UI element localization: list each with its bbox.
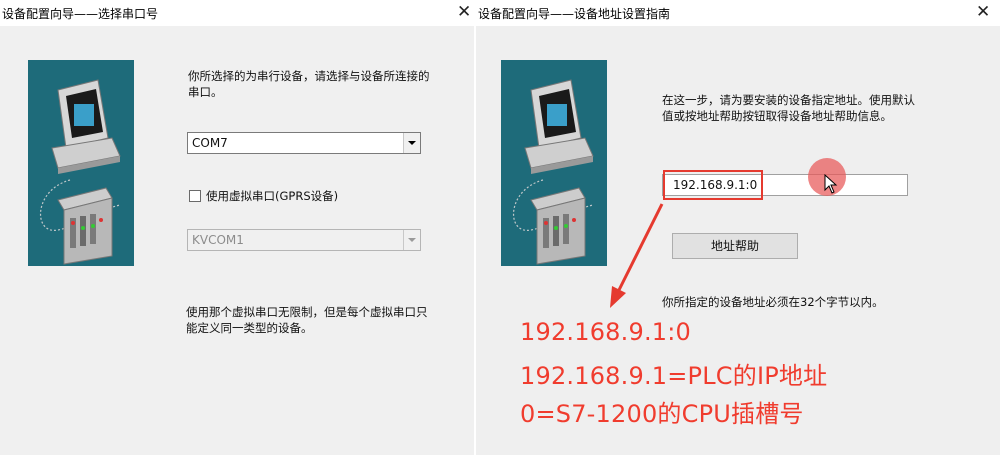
annotation-line-2: 192.168.9.1=PLC的IP地址 [520, 362, 828, 390]
left-dialog-title: 设备配置向导——选择串口号 [2, 7, 159, 21]
virtual-port-checkbox-label[interactable]: 使用虚拟串口(GPRS设备) [206, 188, 338, 204]
computer-network-illustration [28, 60, 134, 266]
virtual-port-checkbox[interactable] [189, 190, 201, 202]
left-description: 你所选择的为串行设备，请选择与设备所连接的串口。 [188, 69, 430, 99]
address-length-note: 你所指定的设备地址必须在32个字节以内。 [662, 295, 884, 309]
left-dialog-window: 设备配置向导——选择串口号 ✕ 你所选择的为串行设备，请选择与设备所连接的串口。… [0, 0, 474, 455]
virtual-com-value: KVCOM1 [192, 233, 244, 247]
com-port-value: COM7 [192, 136, 228, 150]
right-dialog-window: 设备配置向导——设备地址设置指南 ✕ 在这一步，请为要安装的设备指定地址。使用默… [476, 0, 1000, 455]
virtual-port-note: 使用那个虚拟串口无限制，但是每个虚拟串口只能定义同一类型的设备。 [186, 305, 428, 335]
annotation-line-1: 192.168.9.1:0 [520, 318, 691, 346]
virtual-com-select: KVCOM1 [187, 229, 421, 251]
close-icon[interactable]: ✕ [457, 2, 471, 22]
chevron-down-icon[interactable] [403, 133, 420, 153]
left-title-bar: 设备配置向导——选择串口号 ✕ [0, 0, 474, 26]
com-port-select[interactable]: COM7 [187, 132, 421, 154]
chevron-down-icon [403, 230, 420, 250]
annotation-line-3: 0=S7-1200的CPU插槽号 [520, 400, 804, 428]
